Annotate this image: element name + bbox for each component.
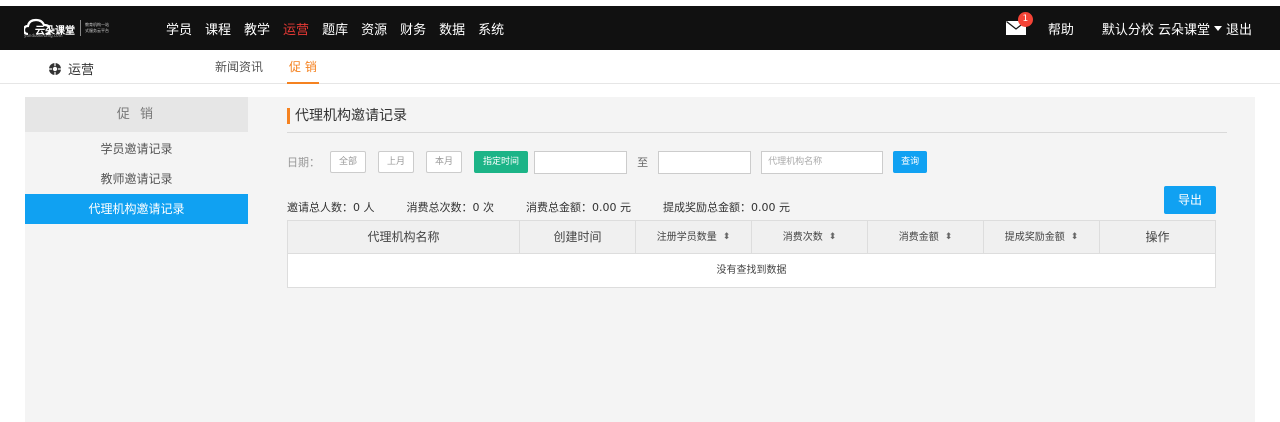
column-header: 操作 <box>1145 229 1170 244</box>
tab-news[interactable]: 新闻资讯 <box>215 50 263 84</box>
nav-item-courses[interactable]: 课程 <box>205 19 231 38</box>
logo-url: yunduoketang.com <box>24 33 63 38</box>
main-panel: 代理机构邀请记录 日期： 全部 上月 本月 指定时间 至 代理机构名称 查询 邀… <box>258 97 1255 422</box>
stat-consume-count: 消费总次数：0 次 <box>406 201 495 214</box>
custom-time-button[interactable]: 指定时间 <box>474 151 529 173</box>
mail-button[interactable]: 1 <box>1005 12 1033 35</box>
nav-item-operations[interactable]: 运营 <box>283 19 309 38</box>
nav-item-system[interactable]: 系统 <box>478 19 504 38</box>
main-nav: 学员 课程 教学 运营 题库 资源 财务 数据 系统 <box>166 6 517 50</box>
sidebar-item-student-invites[interactable]: 学员邀请记录 <box>25 134 248 164</box>
this-month-button[interactable]: 本月 <box>426 151 463 173</box>
page-title: 代理机构邀请记录 <box>287 108 1227 133</box>
sort-icon[interactable]: ⬍ <box>723 221 731 254</box>
sidebar-items: 学员邀请记录 教师邀请记录 代理机构邀请记录 <box>25 132 248 224</box>
query-button[interactable]: 查询 <box>893 151 928 173</box>
module-title: 运营 <box>48 59 94 78</box>
nav-item-finance[interactable]: 财务 <box>400 19 426 38</box>
module-label: 运营 <box>68 63 95 78</box>
logo[interactable]: 云朵课堂 yunduoketang.com 教育机构一站 式服务云平台 <box>24 14 124 44</box>
to-label: 至 <box>637 156 649 169</box>
sidebar-title: 促 销 <box>25 97 248 132</box>
school-selector[interactable]: 默认分校 云朵课堂 <box>1102 19 1210 38</box>
sort-icon[interactable]: ⬍ <box>829 221 837 254</box>
column-header-sortable[interactable]: 消费次数 ⬍ <box>752 221 868 253</box>
operations-module-icon <box>49 62 61 75</box>
sort-icon[interactable]: ⬍ <box>1071 221 1079 254</box>
stat-consume-amount: 消费总金额：0.00 元 <box>526 201 631 214</box>
sort-icon[interactable]: ⬍ <box>945 221 953 254</box>
top-bar: 云朵课堂 yunduoketang.com 教育机构一站 式服务云平台 学员 课… <box>0 0 1280 50</box>
caret-down-icon[interactable] <box>1213 25 1222 31</box>
nav-item-students[interactable]: 学员 <box>166 19 192 38</box>
sidebar: 促 销 学员邀请记录 教师邀请记录 代理机构邀请记录 <box>25 97 248 422</box>
nav-item-teaching[interactable]: 教学 <box>244 19 270 38</box>
stat-reward-amount: 提成奖励总金额：0.00 元 <box>663 201 790 214</box>
column-header-sortable[interactable]: 注册学员数量 ⬍ <box>636 221 752 253</box>
column-header-sortable[interactable]: 消费金额 ⬍ <box>868 221 984 253</box>
sub-nav-bar: 运营 新闻资讯 促 销 <box>0 50 1280 84</box>
help-link[interactable]: 帮助 <box>1048 19 1074 38</box>
nav-item-question-bank[interactable]: 题库 <box>322 19 348 38</box>
all-button[interactable]: 全部 <box>330 151 367 173</box>
export-button[interactable]: 导出 <box>1164 186 1216 214</box>
logo-divider <box>80 20 81 36</box>
date-label: 日期： <box>287 156 320 169</box>
sub-tabs: 新闻资讯 促 销 <box>215 50 343 84</box>
nav-item-resources[interactable]: 资源 <box>361 19 387 38</box>
sidebar-item-agency-invites[interactable]: 代理机构邀请记录 <box>25 194 248 224</box>
last-month-button[interactable]: 上月 <box>378 151 415 173</box>
end-date-input[interactable] <box>658 150 752 174</box>
stats-summary: 邀请总人数：0 人 消费总次数：0 次 消费总金额：0.00 元 提成奖励总金额… <box>287 199 822 215</box>
agency-name-input[interactable]: 代理机构名称 <box>761 150 884 174</box>
column-header-sortable[interactable]: 提成奖励金额 ⬍ <box>984 221 1100 253</box>
records-table: 代理机构名称 创建时间 注册学员数量 ⬍ 消费次数 ⬍ 消费金额 ⬍ 提成奖励金额 ⬍ … <box>287 220 1216 288</box>
mail-badge: 1 <box>1017 12 1033 27</box>
top-nav-bar: 云朵课堂 yunduoketang.com 教育机构一站 式服务云平台 学员 课… <box>0 6 1280 50</box>
empty-message: 没有查找到数据 <box>716 265 787 276</box>
tab-promotion[interactable]: 促 销 <box>287 50 319 84</box>
top-right-tools: 1 帮助 默认分校 云朵课堂 退出 <box>1005 6 1280 50</box>
content-area: 促 销 学员邀请记录 教师邀请记录 代理机构邀请记录 代理机构邀请记录 日期： … <box>25 97 1255 422</box>
start-date-input[interactable] <box>534 150 628 174</box>
logout-link[interactable]: 退出 <box>1226 19 1252 38</box>
logo-slogan: 教育机构一站 式服务云平台 <box>85 22 109 33</box>
stat-invite-total: 邀请总人数：0 人 <box>287 201 375 214</box>
table-header: 代理机构名称 创建时间 注册学员数量 ⬍ 消费次数 ⬍ 消费金额 ⬍ 提成奖励金额 ⬍ … <box>288 221 1215 254</box>
column-header: 代理机构名称 <box>288 221 520 253</box>
sidebar-item-teacher-invites[interactable]: 教师邀请记录 <box>25 164 248 194</box>
nav-item-data[interactable]: 数据 <box>439 19 465 38</box>
column-header: 创建时间 <box>520 221 636 253</box>
filter-bar: 日期： 全部 上月 本月 指定时间 至 代理机构名称 查询 <box>287 150 928 174</box>
